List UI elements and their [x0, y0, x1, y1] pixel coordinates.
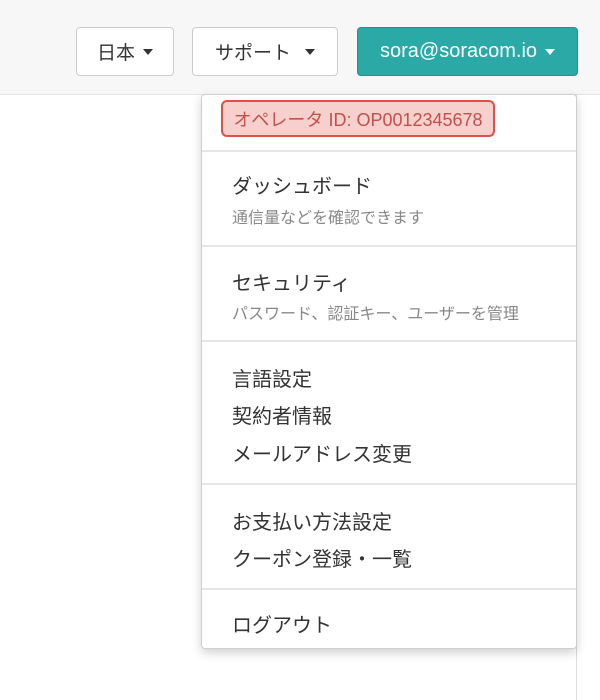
caret-down-icon	[143, 48, 153, 55]
caret-down-icon	[545, 48, 556, 55]
menu-item-coupon-register[interactable]: クーポン登録・一覧	[232, 543, 412, 572]
menu-item-contractor-info[interactable]: 契約者情報	[232, 400, 332, 429]
dashboard-description: 通信量などを確認できます	[232, 208, 425, 227]
user-dropdown-menu: オペレータ ID: OP0012345678 ダッシュボード 通信量などを確認で…	[201, 94, 577, 649]
menu-item-dashboard[interactable]: ダッシュボード	[232, 170, 372, 199]
language-label: 日本	[96, 42, 135, 64]
menu-item-logout[interactable]: ログアウト	[232, 609, 332, 638]
menu-item-language-settings[interactable]: 言語設定	[232, 363, 312, 392]
user-menu-button[interactable]: sora@soracom.io	[357, 27, 578, 76]
menu-divider	[202, 150, 576, 152]
support-label: サポート	[214, 42, 291, 64]
operator-id-badge: オペレータ ID: OP0012345678	[221, 100, 495, 137]
support-dropdown-button[interactable]: サポート	[192, 27, 338, 76]
security-description: パスワード、認証キー、ユーザーを管理	[232, 304, 519, 323]
menu-divider	[202, 245, 576, 247]
menu-item-email-change[interactable]: メールアドレス変更	[232, 438, 412, 467]
menu-divider	[202, 483, 576, 485]
user-email-label: sora@soracom.io	[379, 40, 538, 62]
menu-divider	[202, 588, 576, 590]
caret-down-icon	[305, 48, 315, 55]
menu-divider	[202, 340, 576, 342]
menu-item-security[interactable]: セキュリティ	[232, 267, 351, 296]
language-dropdown-button[interactable]: 日本	[76, 27, 174, 76]
menu-item-payment-settings[interactable]: お支払い方法設定	[232, 506, 392, 535]
